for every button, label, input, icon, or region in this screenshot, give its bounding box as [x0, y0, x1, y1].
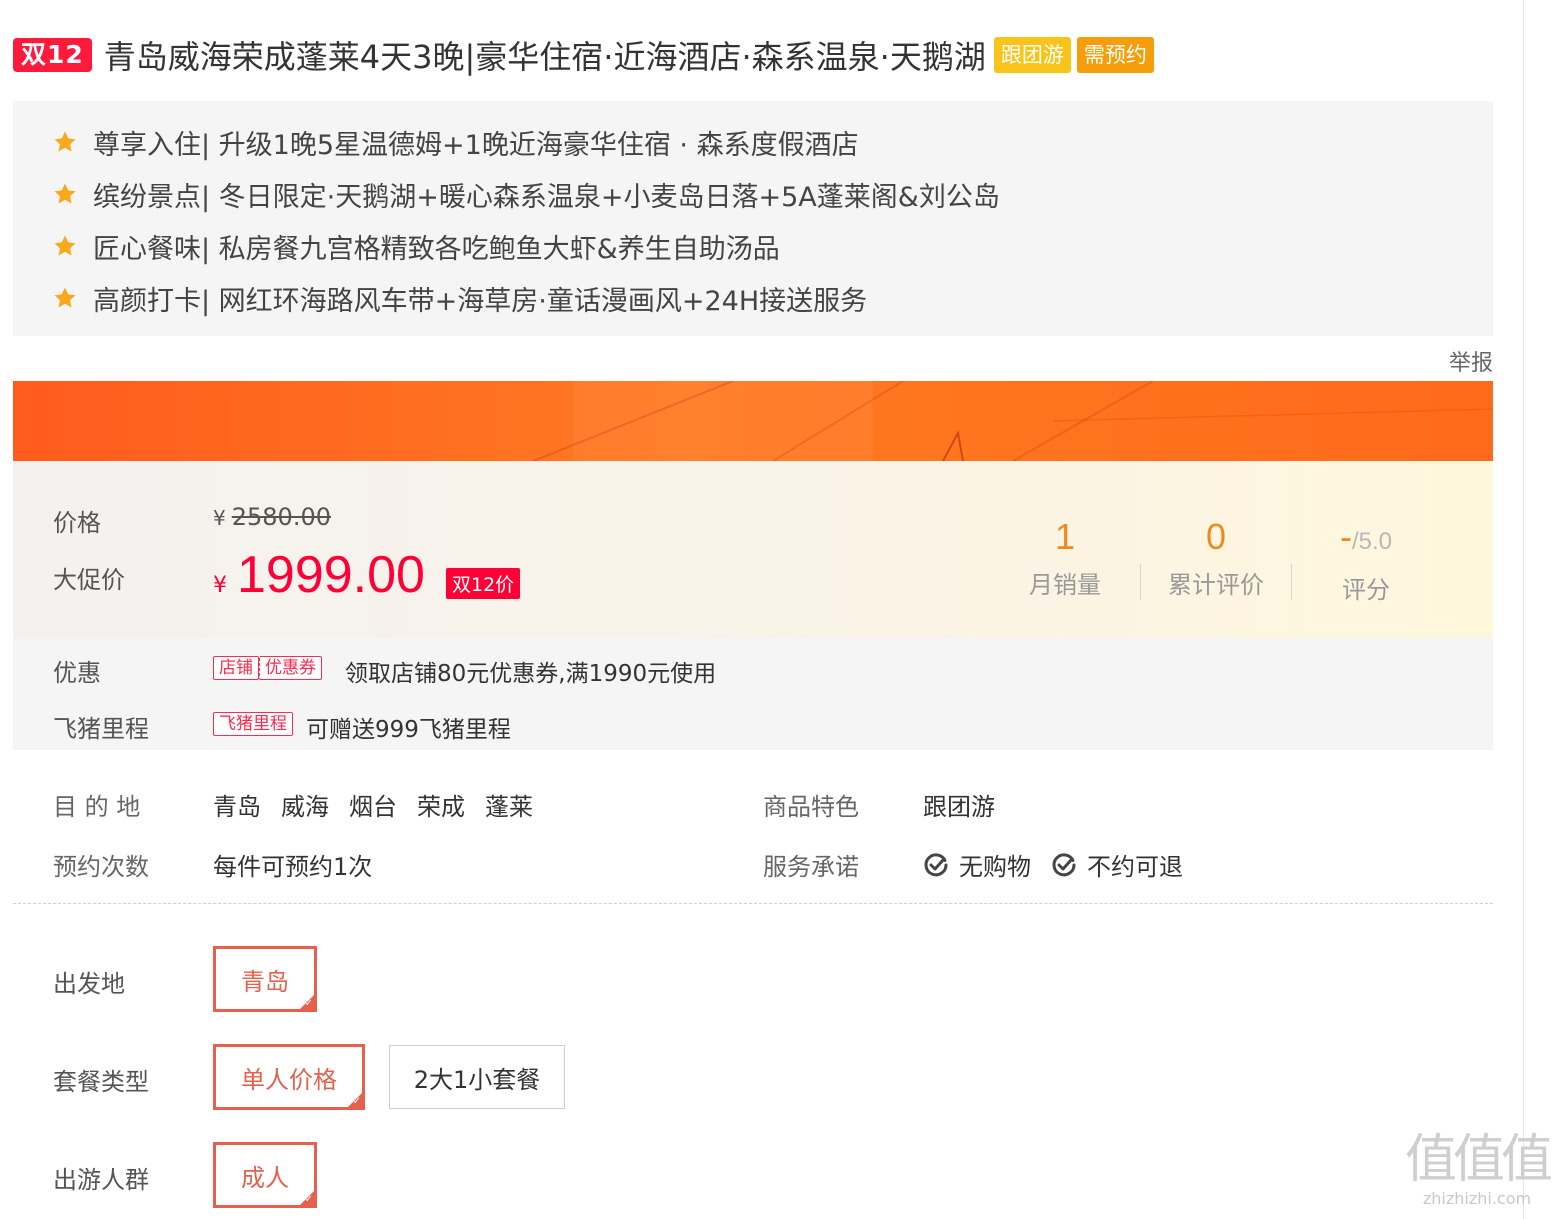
promise-refundable: 不约可退 — [1051, 847, 1183, 882]
check-icon: ✓ — [352, 1096, 361, 1107]
report-link[interactable]: 举报 — [1449, 345, 1493, 377]
departure-option-qingdao[interactable]: 青岛 ✓ — [213, 946, 317, 1012]
option-label: 成人 — [241, 1163, 289, 1192]
destination-item: 威海 — [281, 793, 329, 821]
highlight-text: 匠心餐味| 私房餐九宫格精致各吃鲍鱼大虾&养生自助汤品 — [93, 233, 780, 265]
feature-value: 跟团游 — [923, 793, 995, 821]
destination-list: 青岛 威海 烟台 荣成 蓬莱 — [213, 787, 533, 822]
rating-value: -/5.0 — [1291, 517, 1441, 562]
original-price-value: 2580.00 — [231, 503, 331, 531]
star-icon — [53, 130, 77, 154]
highlight-item: 尊享入住| 升级1晚5星温德姆+1晚近海豪华住宿 · 森系度假酒店 — [53, 122, 859, 162]
reviews-stat[interactable]: 0 累计评价 — [1141, 517, 1291, 600]
destination-label: 目 的 地 — [53, 793, 141, 821]
promo-price: ¥ 1999.00 — [213, 545, 425, 605]
currency-symbol: ¥ — [213, 573, 227, 598]
mileage-tag: 飞猪里程 — [213, 712, 293, 736]
reviews-value: 0 — [1205, 516, 1227, 557]
highlight-text: 缤纷景点| 冬日限定·天鹅湖+暖心森系温泉+小麦岛日落+5A蓬莱阁&刘公岛 — [93, 181, 1000, 213]
crowd-label: 出游人群 — [53, 1166, 149, 1194]
star-icon — [53, 182, 77, 206]
price-label: 价格 — [53, 509, 101, 537]
rating-suffix: /5.0 — [1351, 528, 1393, 555]
coupon-label: 优惠 — [53, 659, 101, 687]
product-title: 青岛威海荣成蓬莱4天3晚|豪华住宿·近海酒店·森系温泉·天鹅湖 — [103, 38, 986, 76]
coupon-text[interactable]: 领取店铺80元优惠券,满1990元使用 — [345, 654, 716, 688]
highlight-item: 匠心餐味| 私房餐九宫格精致各吃鲍鱼大虾&养生自助汤品 — [53, 226, 780, 266]
watermark-url: zhizhizhi.com — [1422, 1189, 1532, 1208]
package-option-family[interactable]: 2大1小套餐 — [389, 1045, 565, 1109]
site-watermark: 值值值 zhizhizhi.com — [1402, 1130, 1553, 1208]
section-divider — [13, 903, 1493, 904]
coupon-tag: 优惠券 — [259, 656, 322, 680]
option-label: 单人价格 — [241, 1065, 337, 1094]
departure-label: 出发地 — [53, 970, 125, 998]
destination-item: 蓬莱 — [485, 793, 533, 821]
star-icon — [53, 234, 77, 258]
promo-banner — [13, 381, 1493, 461]
rating-stat: -/5.0 评分 — [1291, 517, 1441, 605]
crowd-option-adult[interactable]: 成人 ✓ — [213, 1142, 317, 1208]
offers-panel: 优惠 店铺 优惠券 领取店铺80元优惠券,满1990元使用 飞猪里程 飞猪里程 … — [13, 638, 1493, 750]
mileage-label: 飞猪里程 — [53, 715, 149, 743]
booking-required-tag: 需预约 — [1076, 37, 1154, 73]
store-tag: 店铺 — [213, 656, 259, 680]
reviews-label: 累计评价 — [1168, 571, 1264, 599]
promise-text: 无购物 — [959, 853, 1031, 881]
destination-item: 青岛 — [213, 793, 261, 821]
package-label: 套餐类型 — [53, 1068, 149, 1096]
highlights-panel: 尊享入住| 升级1晚5星温德姆+1晚近海豪华住宿 · 森系度假酒店 缤纷景点| … — [13, 101, 1493, 336]
promise-no-shopping: 无购物 — [923, 847, 1031, 882]
promo-price-badge: 双12价 — [446, 568, 521, 599]
feature-label: 商品特色 — [763, 793, 859, 821]
check-circle-icon — [923, 852, 949, 878]
promise-text: 不约可退 — [1087, 853, 1183, 881]
banner-decoration — [532, 381, 1493, 461]
booking-value: 每件可预约1次 — [213, 853, 373, 881]
promo-price-value: 1999.00 — [237, 546, 425, 604]
original-price: ¥2580.00 — [213, 503, 331, 531]
check-icon: ✓ — [304, 998, 313, 1009]
coupon-tags[interactable]: 店铺 优惠券 — [213, 656, 322, 680]
highlight-item: 高颜打卡| 网红环海路风车带+海草房·童话漫画风+24H接送服务 — [53, 278, 867, 318]
destination-item: 烟台 — [349, 793, 397, 821]
highlight-text: 高颜打卡| 网红环海路风车带+海草房·童话漫画风+24H接送服务 — [93, 285, 868, 317]
package-option-single[interactable]: 单人价格 ✓ — [213, 1044, 365, 1110]
option-label: 2大1小套餐 — [413, 1065, 541, 1094]
rating-label: 评分 — [1342, 576, 1390, 604]
star-icon — [53, 286, 77, 310]
check-circle-icon — [1051, 852, 1077, 878]
right-divider — [1523, 0, 1524, 1219]
double12-badge: 双12 — [13, 38, 92, 72]
destination-item: 荣成 — [417, 793, 465, 821]
monthly-sales-value: 1 — [1054, 516, 1076, 557]
watermark-logo: 值值值 — [1404, 1130, 1553, 1190]
check-icon: ✓ — [304, 1194, 313, 1205]
highlight-item: 缤纷景点| 冬日限定·天鹅湖+暖心森系温泉+小麦岛日落+5A蓬莱阁&刘公岛 — [53, 174, 1000, 214]
monthly-sales-stat: 1 月销量 — [990, 517, 1140, 600]
group-tour-tag: 跟团游 — [993, 37, 1071, 73]
monthly-sales-label: 月销量 — [1029, 571, 1101, 599]
price-panel: 价格 ¥2580.00 大促价 ¥ 1999.00 双12价 1 月销量 0 累… — [13, 461, 1493, 638]
promise-label: 服务承诺 — [763, 853, 859, 881]
product-title-row: 双12 青岛威海荣成蓬莱4天3晚|豪华住宿·近海酒店·森系温泉·天鹅湖 跟团游 … — [13, 30, 1154, 80]
currency-symbol: ¥ — [213, 506, 226, 530]
promo-price-label: 大促价 — [53, 566, 125, 594]
booking-label: 预约次数 — [53, 853, 149, 881]
option-label: 青岛 — [241, 967, 289, 996]
mileage-text: 可赠送999飞猪里程 — [306, 717, 511, 743]
rating-score: - — [1339, 516, 1352, 557]
highlight-text: 尊享入住| 升级1晚5星温德姆+1晚近海豪华住宿 · 森系度假酒店 — [93, 129, 859, 161]
